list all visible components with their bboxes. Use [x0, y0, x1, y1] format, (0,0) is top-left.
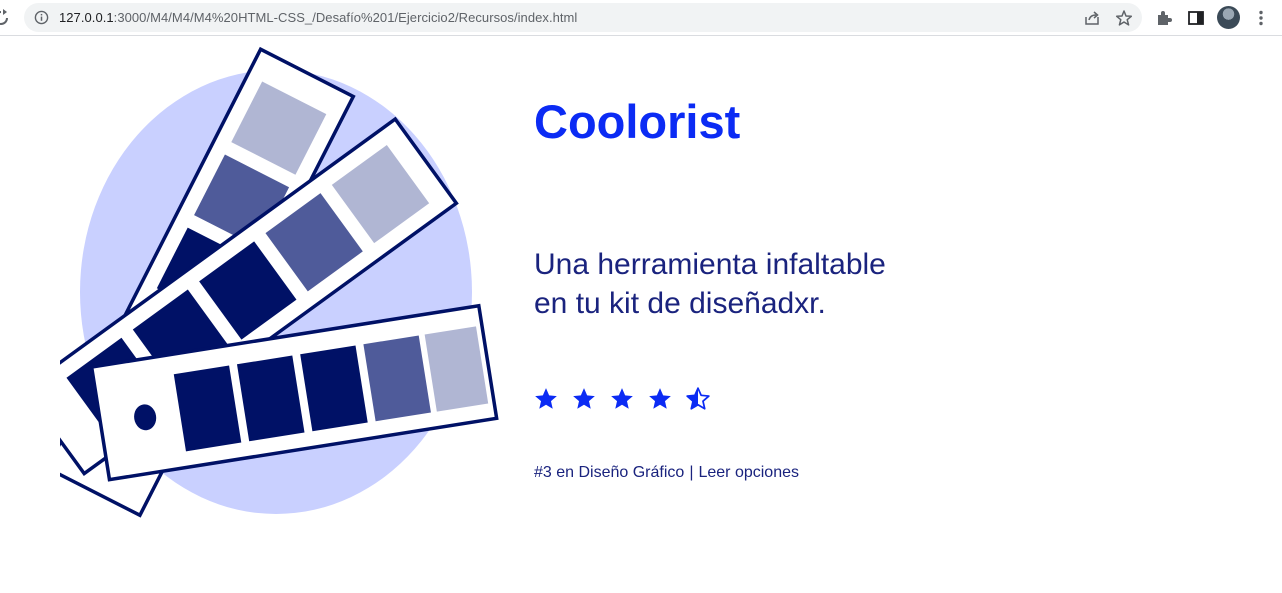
star-full-icon: [535, 388, 557, 409]
star-full-icon: [649, 388, 671, 409]
star-half-icon: [686, 387, 710, 410]
profile-avatar[interactable]: [1217, 6, 1240, 29]
more-menu-icon[interactable]: [1252, 9, 1270, 27]
star-full-icon: [573, 388, 595, 409]
tagline-line-1: Una herramienta infaltable: [534, 248, 886, 281]
star-full-icon: [611, 388, 633, 409]
share-icon[interactable]: [1083, 9, 1101, 27]
read-options-link[interactable]: Leer opciones: [698, 464, 799, 481]
reload-icon[interactable]: [0, 8, 8, 28]
ranking-line: #3 en Diseño Gráfico | Leer opciones: [534, 463, 799, 483]
extensions-icon[interactable]: [1155, 9, 1173, 27]
url-text[interactable]: 127.0.0.1:3000/M4/M4/M4%20HTML-CSS_/Desa…: [59, 9, 577, 26]
url-path: :3000/M4/M4/M4%20HTML-CSS_/Desafío%201/E…: [113, 10, 578, 25]
side-panel-icon[interactable]: [1187, 9, 1205, 27]
browser-toolbar: 127.0.0.1:3000/M4/M4/M4%20HTML-CSS_/Desa…: [0, 0, 1282, 36]
site-info-icon[interactable]: [34, 10, 49, 25]
page-title: Coolorist: [534, 95, 741, 148]
color-swatch-fan-illustration: [60, 46, 499, 518]
bookmark-star-icon[interactable]: [1115, 9, 1133, 27]
separator: |: [689, 464, 694, 481]
tagline-line-2: en tu kit de diseñadxr.: [534, 287, 826, 320]
url-host: 127.0.0.1: [59, 10, 114, 25]
category-rank: #3 en Diseño Gráfico: [534, 464, 685, 481]
address-bar[interactable]: 127.0.0.1:3000/M4/M4/M4%20HTML-CSS_/Desa…: [24, 3, 1142, 32]
tagline: Una herramienta infaltable en tu kit de …: [534, 245, 954, 323]
star-rating: [533, 386, 711, 414]
